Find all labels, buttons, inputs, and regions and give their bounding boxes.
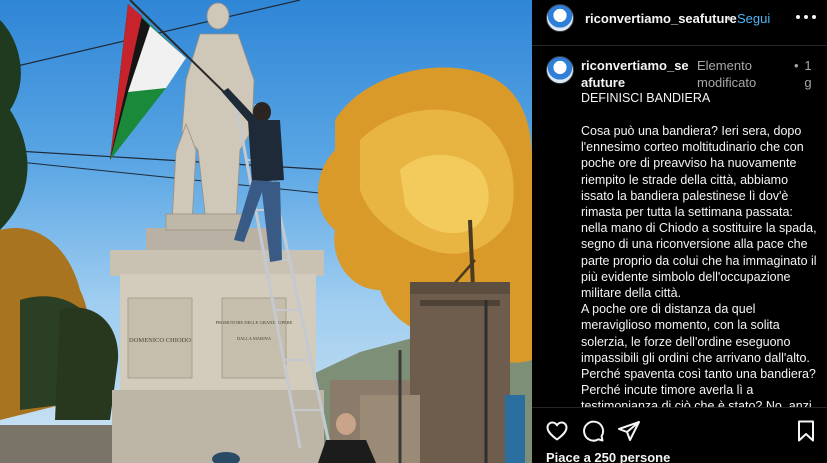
- caption-avatar[interactable]: [546, 56, 574, 84]
- share-icon[interactable]: [617, 419, 641, 443]
- avatar[interactable]: [546, 4, 574, 32]
- caption-body: Cosa può una bandiera? Ieri sera, dopo l…: [581, 123, 819, 408]
- caption-separator: •: [794, 58, 799, 73]
- caption-username[interactable]: riconvertiamo_seafuture: [581, 57, 695, 91]
- caption-paragraph: Cosa può una bandiera? Ieri sera, dopo l…: [581, 124, 817, 301]
- action-bar: [532, 410, 827, 450]
- caption-title: DEFINISCI BANDIERA: [581, 91, 711, 105]
- edited-label: Elemento modificato: [697, 58, 757, 90]
- statue: [165, 2, 255, 231]
- more-options-icon[interactable]: [795, 6, 817, 28]
- likes-count[interactable]: Piace a 250 persone: [546, 450, 670, 463]
- follow-button[interactable]: Segui: [737, 11, 770, 26]
- post-timestamp[interactable]: 1 g: [802, 57, 814, 91]
- post-header: riconvertiamo_seafuture • Segui: [532, 0, 827, 38]
- plaque-line-1: PROMOTORE DELLE GRANDI OPERE: [215, 320, 292, 325]
- post-side-panel: riconvertiamo_seafuture • Segui riconver…: [532, 0, 827, 463]
- photo-scene: DOMENICO CHIODO PROMOTORE DELLE GRANDI O…: [0, 0, 532, 463]
- heart-icon[interactable]: [545, 419, 569, 443]
- header-separator: •: [727, 11, 732, 26]
- header-username[interactable]: riconvertiamo_seafuture: [585, 11, 737, 26]
- comment-icon[interactable]: [581, 419, 605, 443]
- actions-divider: [532, 407, 827, 408]
- left-trees: [0, 20, 119, 420]
- post-photo[interactable]: DOMENICO CHIODO PROMOTORE DELLE GRANDI O…: [0, 0, 532, 463]
- monument-pedestal: DOMENICO CHIODO PROMOTORE DELLE GRANDI O…: [110, 228, 324, 463]
- caption-paragraph: A poche ore di distanza da quel meravigl…: [581, 302, 816, 408]
- bookmark-icon[interactable]: [794, 419, 818, 443]
- header-divider: [532, 45, 827, 46]
- plaque-line-2: DALLA MARINA: [237, 336, 272, 341]
- pedestal-inscription: DOMENICO CHIODO: [129, 337, 191, 344]
